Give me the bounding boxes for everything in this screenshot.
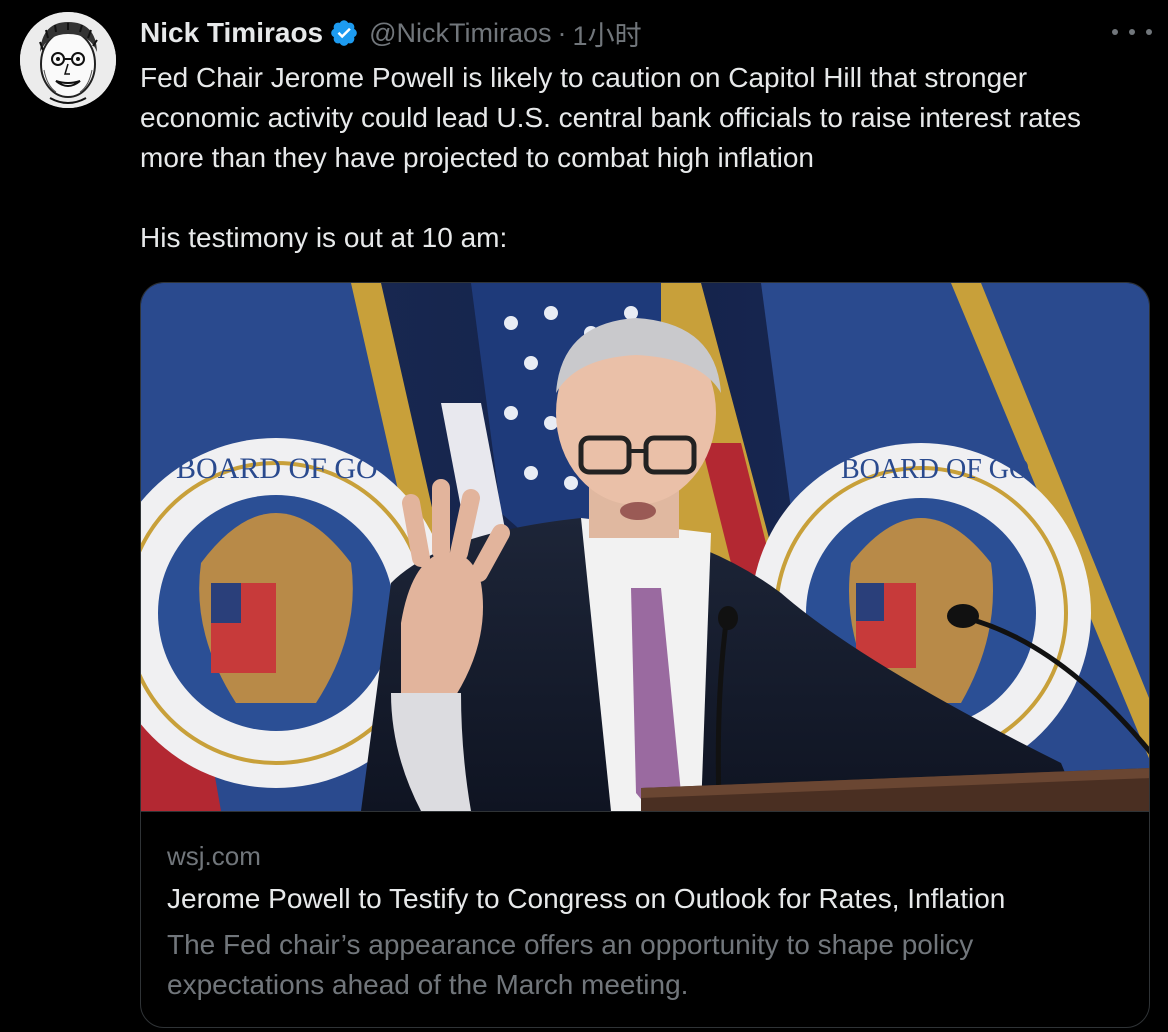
card-divider (141, 811, 1149, 812)
header-separator: · (557, 17, 567, 48)
tweet-text: Fed Chair Jerome Powell is likely to cau… (140, 58, 1140, 258)
verified-badge-icon[interactable] (329, 18, 359, 48)
tweet[interactable]: Nick Timiraos @NickTimiraos · 1小时 Fed Ch… (0, 0, 1168, 1032)
more-dot (1112, 29, 1118, 35)
seal-left-text: BOARD OF GO (176, 452, 378, 485)
author-name[interactable]: Nick Timiraos (140, 17, 323, 49)
more-options-icon[interactable] (1112, 18, 1152, 46)
link-domain[interactable]: wsj.com (167, 841, 261, 872)
avatar[interactable] (20, 12, 116, 108)
more-dot (1146, 29, 1152, 35)
avatar-portrait-icon (20, 12, 116, 108)
tweet-header: Nick Timiraos @NickTimiraos · 1小时 (140, 14, 642, 52)
tweet-timestamp[interactable]: 1小时 (573, 14, 642, 53)
more-dot (1129, 29, 1135, 35)
seal-right-text: BOARD OF GO (841, 454, 1029, 485)
link-title[interactable]: Jerome Powell to Testify to Congress on … (167, 883, 1127, 915)
tweet-text-paragraph: His testimony is out at 10 am: (140, 222, 508, 253)
powell-press-photo: BOARD OF GO BOARD OF GO (141, 283, 1149, 811)
link-card-image[interactable]: BOARD OF GO BOARD OF GO (141, 283, 1149, 811)
link-card[interactable]: BOARD OF GO BOARD OF GO wsj.com Jerome P… (140, 282, 1150, 1028)
author-handle[interactable]: @NickTimiraos (369, 18, 551, 49)
tweet-text-paragraph: Fed Chair Jerome Powell is likely to cau… (140, 62, 1082, 173)
link-description[interactable]: The Fed chair’s appearance offers an opp… (167, 925, 1107, 1005)
